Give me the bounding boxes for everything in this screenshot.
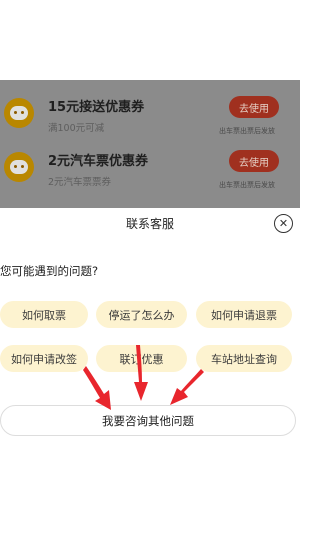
faq-chip-refund[interactable]: 如何申请退票	[196, 301, 292, 328]
dimmed-coupon-list: 15元接送优惠券 满100元可减 去使用 出车票出票后发放 2元汽车票优惠券 2…	[0, 80, 300, 208]
piggy-icon	[4, 152, 34, 182]
coupon-title: 2元汽车票优惠券	[48, 154, 149, 169]
coupon-card: 15元接送优惠券 满100元可减 去使用 出车票出票后发放	[0, 90, 300, 143]
use-coupon-button[interactable]: 去使用	[229, 96, 279, 118]
close-icon[interactable]: ✕	[274, 214, 293, 233]
top-blank-area	[0, 0, 300, 80]
coupon-subtitle: 满100元可减	[48, 123, 105, 134]
coupon-note: 出车票出票后发放	[219, 181, 275, 189]
faq-chip-service-suspended[interactable]: 停运了怎么办	[96, 301, 187, 328]
piggy-icon	[4, 98, 34, 128]
faq-chip-booking-discount[interactable]: 联订优惠	[96, 345, 187, 372]
coupon-subtitle: 2元汽车票票券	[48, 177, 112, 188]
coupon-note: 出车票出票后发放	[219, 127, 275, 135]
sheet-title: 联系客服	[125, 217, 174, 231]
faq-chip-pickup-ticket[interactable]: 如何取票	[0, 301, 88, 328]
bottom-blank-area	[0, 460, 300, 540]
faq-chip-change-ticket[interactable]: 如何申请改签	[0, 345, 88, 372]
contact-support-sheet: 联系客服 ✕ 您可能遇到的问题? 如何取票 停运了怎么办 如何申请退票 如何申请…	[0, 208, 300, 460]
use-coupon-button[interactable]: 去使用	[229, 150, 279, 172]
other-question-button[interactable]: 我要咨询其他问题	[0, 405, 296, 436]
faq-chip-station-address[interactable]: 车站地址查询	[196, 345, 292, 372]
question-prompt: 您可能遇到的问题?	[0, 264, 99, 278]
coupon-title: 15元接送优惠券	[48, 100, 145, 115]
coupon-card: 2元汽车票优惠券 2元汽车票票券 去使用 出车票出票后发放	[0, 144, 300, 197]
